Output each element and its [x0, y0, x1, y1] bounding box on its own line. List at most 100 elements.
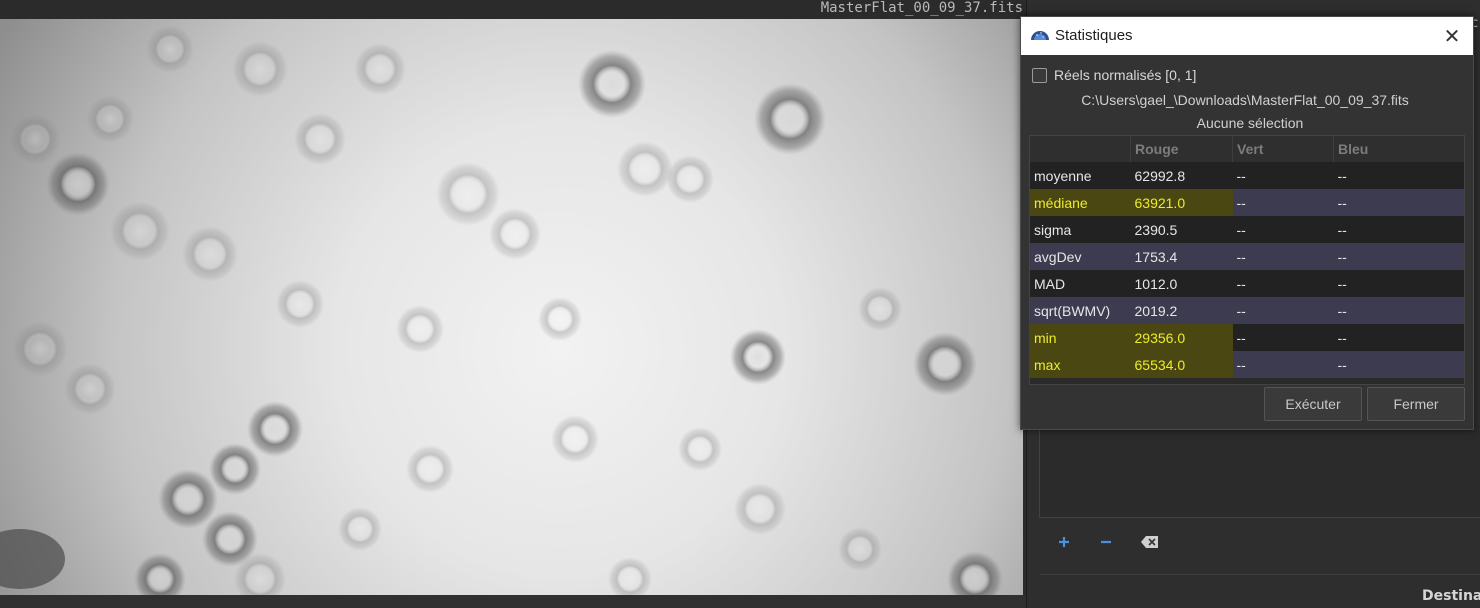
dust-donut: [858, 287, 902, 331]
dust-donut: [913, 332, 977, 396]
normalize-checkbox[interactable]: [1032, 67, 1047, 83]
cell-name: avgDev: [1030, 243, 1131, 270]
dust-donut: [12, 321, 68, 377]
cell-vert: --: [1232, 162, 1334, 189]
selection-status: Aucune sélection: [1021, 115, 1473, 131]
normalize-label: Réels normalisés [0, 1]: [1054, 67, 1197, 83]
dust-donut: [617, 141, 673, 197]
cell-name: médiane: [1030, 189, 1131, 216]
statistics-table: Rouge Vert Bleu moyenne 62992.8 -- -- médian…: [1029, 135, 1465, 385]
dust-donut: [838, 527, 882, 571]
table-header: Rouge Vert Bleu: [1030, 136, 1464, 162]
cell-bleu: --: [1333, 324, 1464, 351]
dust-donut: [730, 329, 786, 385]
dust-donut: [46, 152, 110, 216]
dust-donut: [158, 469, 218, 529]
execute-button[interactable]: Exécuter: [1264, 387, 1362, 421]
siril-logo-icon: [1030, 26, 1050, 42]
table-row[interactable]: MAD 1012.0 -- --: [1030, 270, 1464, 297]
cell-bleu: --: [1333, 351, 1464, 378]
cell-vert: --: [1232, 243, 1334, 270]
cell-bleu: --: [1333, 189, 1464, 216]
statistics-dialog: Statistiques ✕ Réels normalisés [0, 1] C…: [1020, 16, 1474, 430]
viewer-title-bar: MasterFlat_00_09_37.fits: [0, 0, 1026, 19]
column-header[interactable]: Vert: [1232, 136, 1334, 162]
destination-label: Destinat: [1422, 588, 1480, 604]
panel-divider: [1040, 574, 1480, 575]
dust-donut: [754, 83, 826, 155]
column-header[interactable]: [1030, 136, 1131, 162]
cell-vert: --: [1232, 351, 1334, 378]
dust-donut: [489, 208, 541, 260]
dialog-title: Statistiques: [1055, 27, 1133, 44]
cell-bleu: --: [1333, 216, 1464, 243]
dust-donut: [9, 113, 61, 165]
table-row[interactable]: médiane 63921.0 -- --: [1030, 189, 1464, 216]
cell-bleu: --: [1333, 297, 1464, 324]
dust-donut: [354, 43, 406, 95]
cell-name: moyenne: [1030, 162, 1131, 189]
dust-donut: [64, 363, 116, 415]
dust-donut: [666, 155, 714, 203]
cell-name: sigma: [1030, 216, 1131, 243]
normalize-checkbox-row[interactable]: Réels normalisés [0, 1]: [1032, 67, 1196, 83]
cell-bleu: --: [1333, 162, 1464, 189]
cell-vert: --: [1232, 297, 1334, 324]
cell-name: sqrt(BWMV): [1030, 297, 1131, 324]
cell-rouge: 29356.0: [1130, 324, 1233, 351]
column-header[interactable]: Bleu: [1333, 136, 1464, 162]
image-canvas[interactable]: [0, 19, 1023, 595]
table-row[interactable]: max 65534.0 -- --: [1030, 351, 1464, 378]
cell-rouge: 63921.0: [1130, 189, 1233, 216]
column-header[interactable]: Rouge: [1130, 136, 1233, 162]
dust-donut: [209, 443, 261, 495]
table-row[interactable]: avgDev 1753.4 -- --: [1030, 243, 1464, 270]
cell-rouge: 65534.0: [1130, 351, 1233, 378]
dust-donut: [182, 226, 238, 282]
cell-bleu: --: [1333, 270, 1464, 297]
dust-donut: [436, 162, 500, 226]
cell-rouge: 1012.0: [1130, 270, 1233, 297]
dust-donut: [678, 427, 722, 471]
file-path-text: C:\Users\gael_\Downloads\MasterFlat_00_0…: [1081, 92, 1409, 108]
cell-name: MAD: [1030, 270, 1131, 297]
cell-rouge: 2019.2: [1130, 297, 1233, 324]
dust-donut: [247, 401, 303, 457]
image-filename: MasterFlat_00_09_37.fits: [820, 0, 1023, 16]
file-list-area[interactable]: [1039, 425, 1480, 518]
table-row[interactable]: sigma 2390.5 -- --: [1030, 216, 1464, 243]
dust-donut: [86, 95, 134, 143]
cell-name: min: [1030, 324, 1131, 351]
table-row[interactable]: sqrt(BWMV) 2019.2 -- --: [1030, 297, 1464, 324]
minus-icon[interactable]: [1094, 530, 1118, 554]
dust-donut: [110, 201, 170, 261]
plus-icon[interactable]: [1052, 530, 1076, 554]
dust-donut: [538, 297, 582, 341]
dust-donut: [232, 41, 288, 97]
file-path: C:\Users\gael_\Downloads\MasterFlat_00_0…: [1021, 92, 1473, 108]
flat-field-image: [0, 19, 1023, 595]
viewer-status-strip: [0, 595, 1026, 608]
dust-donut: [578, 50, 646, 118]
dust-donut: [406, 445, 454, 493]
cell-rouge: 1753.4: [1130, 243, 1233, 270]
cell-rouge: 2390.5: [1130, 216, 1233, 243]
cell-vert: --: [1232, 270, 1334, 297]
cell-vert: --: [1232, 324, 1334, 351]
cell-rouge: 62992.8: [1130, 162, 1233, 189]
close-button[interactable]: Fermer: [1367, 387, 1465, 421]
dust-donut: [276, 280, 324, 328]
cell-vert: --: [1232, 189, 1334, 216]
table-row[interactable]: min 29356.0 -- --: [1030, 324, 1464, 351]
dialog-titlebar[interactable]: Statistiques ✕: [1021, 17, 1473, 55]
table-row[interactable]: moyenne 62992.8 -- --: [1030, 162, 1464, 189]
close-icon[interactable]: ✕: [1441, 25, 1463, 47]
cell-name: max: [1030, 351, 1131, 378]
dust-donut: [146, 25, 194, 73]
dust-donut: [551, 415, 599, 463]
cell-bleu: --: [1333, 243, 1464, 270]
dust-donut: [734, 483, 786, 535]
dust-donut: [294, 113, 346, 165]
clear-icon[interactable]: [1138, 530, 1162, 554]
dust-donut: [338, 507, 382, 551]
